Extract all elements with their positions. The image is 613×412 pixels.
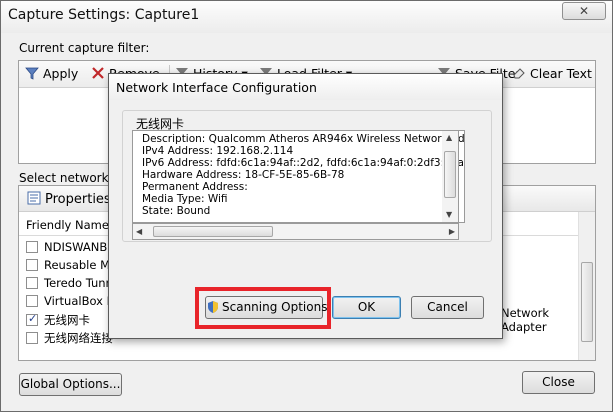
adapter-checkbox[interactable]: [26, 332, 38, 344]
close-label: Close: [542, 375, 575, 389]
close-button[interactable]: Close: [522, 371, 595, 394]
cancel-button[interactable]: Cancel: [411, 296, 484, 319]
ipv6-line: IPv6 Address: fdfd:6c1a:94af::2d2, fdfd:…: [142, 157, 465, 169]
global-options-label: Global Options...: [20, 377, 121, 391]
state-line: State: Bound: [142, 205, 211, 217]
adapter-name: 无线网卡: [44, 313, 90, 327]
adapter-name: NDISWANBH: [44, 240, 116, 254]
clear-text-button[interactable]: Clear Text: [512, 66, 592, 83]
properties-button[interactable]: Properties: [27, 191, 111, 207]
properties-icon: [27, 191, 41, 205]
apply-button[interactable]: Apply: [25, 66, 78, 83]
title-bar: Capture Settings: Capture1 ✕: [1, 1, 612, 33]
adapters-scroll-thumb[interactable]: [581, 262, 593, 342]
adapter-checkbox-checked[interactable]: [26, 312, 38, 326]
scroll-up-icon[interactable]: ▲: [446, 133, 452, 142]
adapter-name: 无线网络连接: [44, 331, 113, 345]
adapter-row-selected[interactable]: 无线网卡: [26, 312, 90, 330]
apply-icon: [25, 67, 39, 80]
details-hscroll-thumb[interactable]: [153, 226, 273, 237]
dialog-title-bar: Network Interface Configuration: [109, 74, 502, 100]
details-vertical-scrollbar[interactable]: ▲ ▼: [442, 130, 459, 223]
adapter-checkbox[interactable]: [26, 241, 38, 253]
clear-text-label: Clear Text: [530, 66, 592, 81]
description-line: Description: Qualcomm Atheros AR946x Wir…: [142, 133, 465, 145]
scroll-left-icon[interactable]: ◀: [136, 227, 142, 236]
capture-filter-label: Current capture filter:: [19, 41, 150, 55]
friendly-name-header-label: Friendly Name: [26, 218, 109, 232]
media-type-line: Media Type: Wifi: [142, 193, 228, 205]
permanent-address-line: Permanent Address:: [142, 181, 248, 193]
window-title: Capture Settings: Capture1: [8, 7, 200, 23]
cancel-label: Cancel: [427, 300, 468, 314]
adapter-row[interactable]: NDISWANBH: [26, 240, 116, 258]
close-icon: ✕: [578, 4, 590, 18]
adapter-row[interactable]: 无线网络连接: [26, 330, 113, 348]
details-vscroll-thumb[interactable]: [444, 151, 456, 198]
adapter-checkbox[interactable]: [26, 259, 38, 271]
scanning-options-highlight-box: [195, 287, 331, 329]
adapter-checkbox[interactable]: [26, 277, 38, 289]
clear-text-icon: [513, 68, 525, 79]
window-close-button[interactable]: ✕: [562, 2, 606, 20]
ok-label: OK: [357, 300, 376, 314]
remove-icon: [92, 67, 104, 79]
scroll-down-icon[interactable]: ▼: [446, 210, 452, 219]
dialog-title: Network Interface Configuration: [116, 80, 317, 95]
ipv4-line: IPv4 Address: 192.168.2.114: [142, 145, 294, 157]
details-horizontal-scrollbar[interactable]: ◀ ▶: [132, 223, 459, 240]
adapter-details-text: Description: Qualcomm Atheros AR946x Wir…: [132, 130, 465, 223]
properties-label: Properties: [45, 192, 111, 207]
hardware-address-line: Hardware Address: 18-CF-5E-85-6B-78: [142, 169, 345, 181]
adapters-vertical-scrollbar[interactable]: [578, 212, 595, 360]
global-options-button[interactable]: Global Options...: [19, 373, 122, 396]
ok-button[interactable]: OK: [332, 296, 401, 319]
adapter-checkbox[interactable]: [26, 295, 38, 307]
scroll-right-icon[interactable]: ▶: [449, 227, 455, 236]
apply-label: Apply: [43, 66, 79, 81]
